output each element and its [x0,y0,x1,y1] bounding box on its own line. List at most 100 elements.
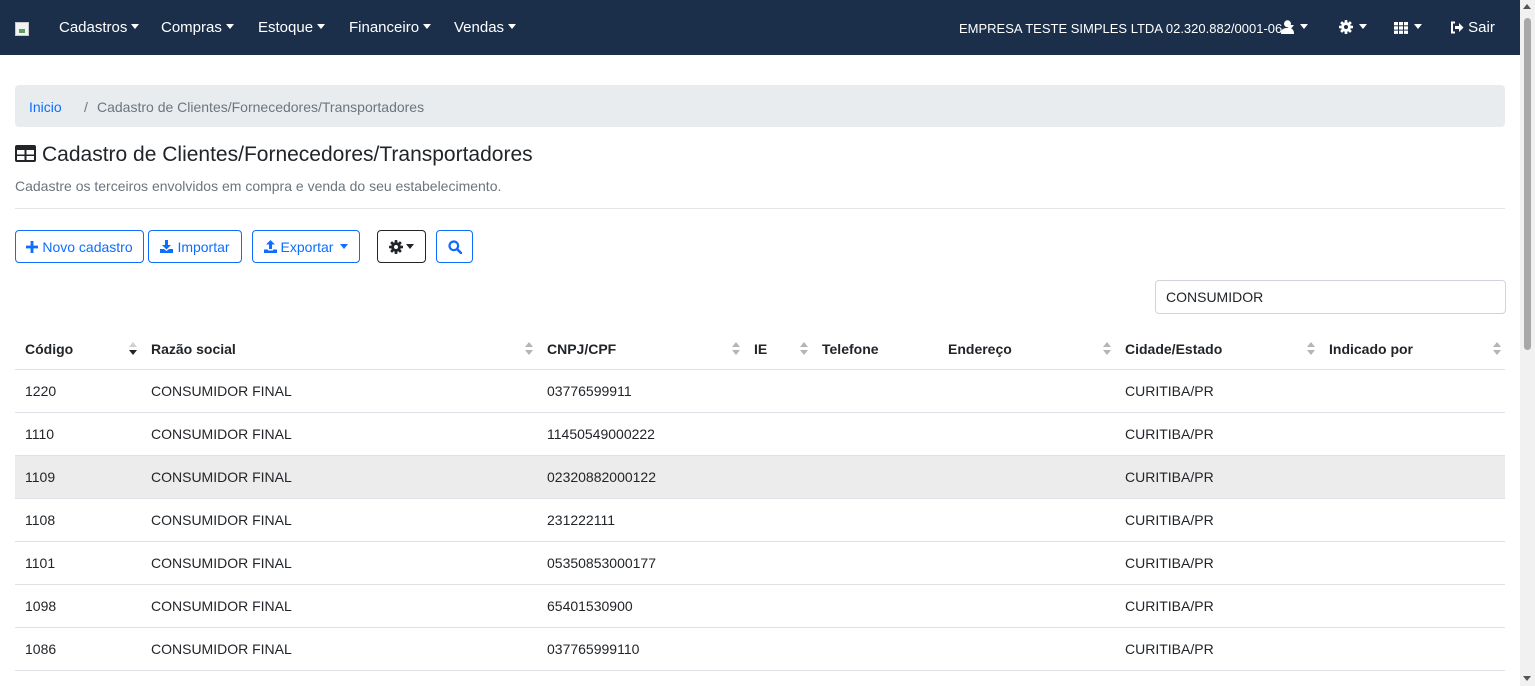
cell-telefone [812,627,938,671]
cell-ie [744,541,812,585]
user-icon [1281,20,1294,34]
gear-icon [389,239,403,254]
cell-razao-social: CONSUMIDOR FINAL [141,627,537,671]
caret-down-icon [131,24,140,29]
settings-menu[interactable] [1339,19,1367,36]
settings-dropdown-button[interactable] [377,230,426,263]
table-row[interactable]: 1101 CONSUMIDOR FINAL 05350853000177 CUR… [15,541,1505,585]
breadcrumb: Inicio / Cadastro de Clientes/Fornecedor… [15,85,1505,127]
cell-ie [744,627,812,671]
caret-down-icon [423,24,432,29]
caret-down-icon [406,244,414,249]
cell-cidade-estado: CURITIBA/PR [1115,498,1319,542]
menu-label: Cadastros [59,19,128,36]
caret-down-icon [1414,24,1422,29]
cell-razao-social: CONSUMIDOR FINAL [141,455,537,499]
cell-indicado-por [1319,584,1505,628]
cell-endereco [938,369,1115,413]
column-header-cnpj-cpf[interactable]: CNPJ/CPF [537,328,744,370]
menu-vendas[interactable]: Vendas [454,19,517,36]
column-header-indicado-por[interactable]: Indicado por [1319,328,1505,370]
table-row-hovered[interactable]: 1109 CONSUMIDOR FINAL 02320882000122 CUR… [15,455,1505,499]
table-header-row: Código Razão social CNPJ/CPF IE Telefone… [15,328,1505,370]
caret-down-icon [1359,24,1367,29]
caret-down-icon [340,244,349,249]
cell-cnpj-cpf: 65401530900 [537,584,744,628]
cell-endereco [938,498,1115,542]
cell-cnpj-cpf: 231222111 [537,498,744,542]
menu-estoque[interactable]: Estoque [258,19,326,36]
company-selector[interactable]: EMPRESA TESTE SIMPLES LTDA 02.320.882/00… [959,21,1295,36]
apps-grid-icon [1394,22,1408,34]
user-menu[interactable] [1281,19,1308,36]
column-header-telefone: Telefone [812,328,938,370]
table-row[interactable]: 1220 CONSUMIDOR FINAL 03776599911 CURITI… [15,369,1505,413]
cell-codigo: 1109 [15,455,141,499]
divider [15,208,1505,209]
scroll-up-arrow-icon[interactable] [1523,4,1531,9]
caret-down-icon [1300,24,1308,29]
cell-cidade-estado: CURITIBA/PR [1115,369,1319,413]
sort-icon [1103,342,1111,356]
logo-image[interactable] [15,22,29,36]
caret-down-icon [317,24,326,29]
cell-indicado-por [1319,541,1505,585]
cell-indicado-por [1319,412,1505,456]
cell-cnpj-cpf: 11450549000222 [537,412,744,456]
upload-icon [263,240,277,253]
breadcrumb-home-link[interactable]: Inicio [29,99,62,115]
search-button[interactable] [436,230,473,263]
menu-cadastros[interactable]: Cadastros [59,19,140,36]
logout-button[interactable]: Sair [1450,19,1495,36]
column-header-codigo[interactable]: Código [15,328,141,370]
sort-icon [129,342,137,356]
cell-cidade-estado: CURITIBA/PR [1115,584,1319,628]
column-header-cidade-estado[interactable]: Cidade/Estado [1115,328,1319,370]
table-row[interactable]: 1110 CONSUMIDOR FINAL 11450549000222 CUR… [15,412,1505,456]
page-subtitle: Cadastre os terceiros envolvidos em comp… [15,178,502,194]
gear-icon [1339,20,1353,34]
new-record-button[interactable]: Novo cadastro [15,230,144,263]
table-row[interactable]: 1098 CONSUMIDOR FINAL 65401530900 CURITI… [15,584,1505,628]
cell-cidade-estado: CURITIBA/PR [1115,541,1319,585]
cell-codigo: 1108 [15,498,141,542]
column-header-ie[interactable]: IE [744,328,812,370]
column-header-endereco[interactable]: Endereço [938,328,1115,370]
page-title-text: Cadastro de Clientes/Fornecedores/Transp… [42,143,533,166]
cell-cnpj-cpf: 05350853000177 [537,541,744,585]
export-button[interactable]: Exportar [252,230,360,263]
menu-financeiro[interactable]: Financeiro [349,19,432,36]
new-record-label: Novo cadastro [42,238,133,255]
records-table-wrapper: Código Razão social CNPJ/CPF IE Telefone… [15,328,1505,671]
column-header-label: Endereço [948,340,1012,357]
import-label: Importar [177,238,230,255]
scrollbar-thumb[interactable] [1524,18,1531,350]
table-row[interactable]: 1108 CONSUMIDOR FINAL 231222111 CURITIBA… [15,498,1505,542]
search-input[interactable] [1155,280,1506,314]
column-header-label: Cidade/Estado [1125,340,1223,357]
menu-label: Vendas [454,19,505,36]
cell-cidade-estado: CURITIBA/PR [1115,412,1319,456]
cell-cidade-estado: CURITIBA/PR [1115,627,1319,671]
cell-codigo: 1220 [15,369,141,413]
records-table: Código Razão social CNPJ/CPF IE Telefone… [15,328,1505,671]
cell-indicado-por [1319,369,1505,413]
sort-icon [1493,342,1501,356]
column-header-razao-social[interactable]: Razão social [141,328,537,370]
cell-ie [744,455,812,499]
column-header-label: Razão social [151,340,236,357]
cell-ie [744,369,812,413]
menu-compras[interactable]: Compras [161,19,234,36]
import-button[interactable]: Importar [148,230,242,263]
cell-razao-social: CONSUMIDOR FINAL [141,541,537,585]
apps-menu[interactable] [1394,19,1422,36]
cell-ie [744,412,812,456]
sort-icon [800,342,808,356]
caret-down-icon [225,24,234,29]
export-label: Exportar [280,238,334,255]
search-icon [447,239,462,254]
scroll-down-arrow-icon[interactable] [1523,676,1531,681]
table-row[interactable]: 1086 CONSUMIDOR FINAL 037765999110 CURIT… [15,627,1505,671]
cell-endereco [938,584,1115,628]
cell-telefone [812,498,938,542]
